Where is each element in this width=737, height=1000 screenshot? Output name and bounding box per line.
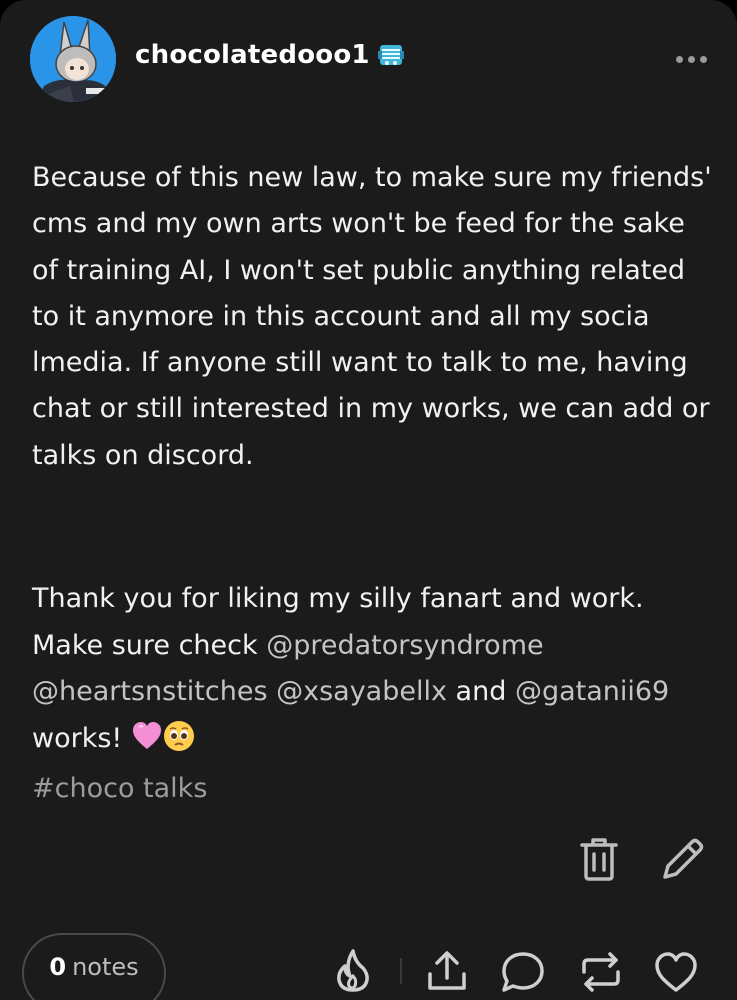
divider	[400, 958, 402, 984]
pink-heart-emoji	[132, 721, 161, 749]
post-card: chocolatedooo1 Because of this new law, …	[0, 0, 737, 1000]
username[interactable]: chocolatedooo1	[135, 40, 370, 70]
reply-icon[interactable]	[500, 950, 546, 994]
notes-button[interactable]: 0 notes	[22, 933, 166, 1000]
avatar[interactable]	[30, 16, 116, 102]
username-row[interactable]: chocolatedooo1	[135, 40, 406, 70]
mention-link[interactable]: @heartsnstitches	[32, 676, 268, 707]
share-icon[interactable]	[426, 950, 468, 992]
more-dot	[699, 55, 707, 63]
pleading-face-emoji	[163, 720, 194, 751]
notes-count: 0	[49, 953, 67, 981]
avatar-illustration	[30, 16, 116, 102]
more-dot	[675, 55, 683, 63]
more-dot	[687, 55, 695, 63]
like-icon[interactable]	[653, 950, 699, 994]
post-body-paragraph: Because of this new law, to make sure my…	[32, 162, 712, 471]
mention-link[interactable]: @xsayabellx	[276, 676, 447, 707]
post-text: works!	[32, 722, 123, 754]
blaze-icon[interactable]	[335, 948, 371, 992]
more-options-icon[interactable]	[673, 50, 709, 68]
post-text: and	[446, 676, 515, 707]
mention-link[interactable]: @gatanii69	[515, 676, 669, 707]
mention-link[interactable]: @predatorsyndrome	[266, 630, 543, 661]
post-tag[interactable]: #choco talks	[32, 773, 207, 804]
reblog-icon[interactable]	[578, 950, 624, 994]
badge-icon	[377, 45, 404, 65]
edit-icon[interactable]	[660, 836, 706, 882]
notes-label: notes	[72, 953, 139, 981]
delete-icon[interactable]	[578, 836, 620, 882]
post-body-paragraph-2: Thank you for liking my silly fanart and…	[32, 576, 712, 762]
